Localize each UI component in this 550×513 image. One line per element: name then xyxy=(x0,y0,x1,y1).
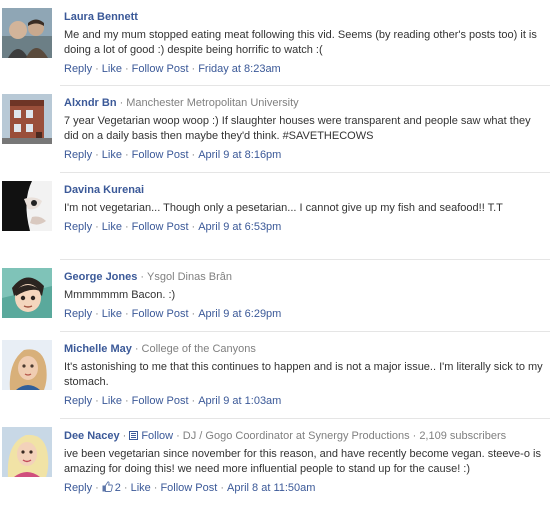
author-affiliation: Manchester Metropolitan University xyxy=(126,97,299,109)
comment-actions: Reply · Like · Follow Post · Friday at 8:23am xyxy=(64,63,281,75)
like-count[interactable]: 2 xyxy=(115,482,121,494)
comment-actions: Reply · Like · Follow Post · April 9 at 1:03am xyxy=(64,395,282,407)
comment-text: ive been vegetarian since november for t… xyxy=(64,448,541,475)
subscriber-count: 2,109 subscribers xyxy=(419,430,507,442)
comment-item: Davina Kurenai I'm not vegetarian... Tho… xyxy=(0,173,550,260)
author-affiliation: Ysgol Dinas Brân xyxy=(147,271,233,283)
like-link[interactable]: Like xyxy=(102,395,122,407)
reply-link[interactable]: Reply xyxy=(64,149,92,161)
comment-item: Laura Bennett Me and my mum stopped eati… xyxy=(0,0,550,86)
reply-link[interactable]: Reply xyxy=(64,482,92,494)
comment-actions: Reply · Like · Follow Post · April 9 at 6:53pm xyxy=(64,221,282,233)
comment-text: Me and my mum stopped eating meat follow… xyxy=(64,29,537,56)
author-name-link[interactable]: Davina Kurenai xyxy=(64,184,144,196)
comment-text: It's astonishing to me that this continu… xyxy=(64,361,543,388)
like-link[interactable]: Like xyxy=(102,308,122,320)
reply-link[interactable]: Reply xyxy=(64,63,92,75)
thumbs-up-icon[interactable] xyxy=(102,481,113,492)
like-link[interactable]: Like xyxy=(131,482,151,494)
reply-link[interactable]: Reply xyxy=(64,221,92,233)
author-name-link[interactable]: Laura Bennett xyxy=(64,11,138,23)
avatar[interactable] xyxy=(2,8,52,58)
avatar[interactable] xyxy=(2,340,52,390)
follow-post-link[interactable]: Follow Post xyxy=(160,482,217,494)
comment-actions: Reply · 2 · Like · Follow Post · April 8 at 11:5… xyxy=(64,481,316,494)
author-name-link[interactable]: George Jones xyxy=(64,271,137,283)
follow-post-link[interactable]: Follow Post xyxy=(132,63,189,75)
follow-post-link[interactable]: Follow Post xyxy=(132,221,189,233)
avatar[interactable] xyxy=(2,427,52,477)
follow-post-link[interactable]: Follow Post xyxy=(132,308,189,320)
comment-item: George Jones · Ysgol Dinas Brân Mmmmmmm Ba… xyxy=(0,260,550,332)
timestamp-link[interactable]: April 9 at 6:29pm xyxy=(198,308,281,320)
avatar[interactable] xyxy=(2,268,52,318)
follow-author-link[interactable]: Follow xyxy=(141,430,173,442)
author-name-link[interactable]: Dee Nacey xyxy=(64,430,120,442)
comment-text: Mmmmmmm Bacon. :) xyxy=(64,289,176,301)
comment-item: Michelle May · College of the Canyons It's… xyxy=(0,332,550,419)
author-affiliation: DJ / Gogo Coordinator at Synergy Product… xyxy=(182,430,410,442)
like-link[interactable]: Like xyxy=(102,63,122,75)
timestamp-link[interactable]: April 9 at 1:03am xyxy=(198,395,281,407)
avatar[interactable] xyxy=(2,181,52,231)
comment-text: I'm not vegetarian... Though only a pese… xyxy=(64,202,503,214)
comment-item: Alxndr Bn · Manchester Metropolitan Univer… xyxy=(0,86,550,173)
comment-actions: Reply · Like · Follow Post · April 9 at 6:29pm xyxy=(64,308,282,320)
author-affiliation: College of the Canyons xyxy=(141,343,256,355)
avatar[interactable] xyxy=(2,94,52,144)
timestamp-link[interactable]: April 8 at 11:50am xyxy=(227,482,315,494)
author-name-link[interactable]: Michelle May xyxy=(64,343,132,355)
comment-item: Dee Nacey · Follow · DJ / Gogo Coordinator a… xyxy=(0,419,550,513)
timestamp-link[interactable]: Friday at 8:23am xyxy=(198,63,281,75)
timestamp-link[interactable]: April 9 at 8:16pm xyxy=(198,149,281,161)
like-link[interactable]: Like xyxy=(102,221,122,233)
follow-post-link[interactable]: Follow Post xyxy=(132,395,189,407)
timestamp-link[interactable]: April 9 at 6:53pm xyxy=(198,221,281,233)
comment-actions: Reply · Like · Follow Post · April 9 at 8:16pm xyxy=(64,149,282,161)
follow-post-link[interactable]: Follow Post xyxy=(132,149,189,161)
author-name-link[interactable]: Alxndr Bn xyxy=(64,97,117,109)
reply-link[interactable]: Reply xyxy=(64,395,92,407)
reply-link[interactable]: Reply xyxy=(64,308,92,320)
like-link[interactable]: Like xyxy=(102,149,122,161)
comment-text: 7 year Vegetarian woop woop :) If slaugh… xyxy=(64,115,531,142)
subscribe-icon xyxy=(129,431,139,440)
